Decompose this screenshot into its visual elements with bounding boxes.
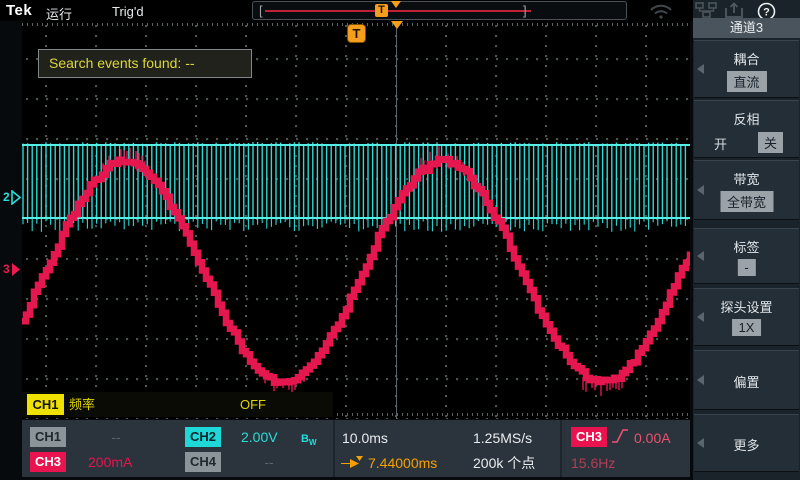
sidebar-item-more[interactable]: 更多 bbox=[694, 414, 799, 472]
ch3-scale: 200mA bbox=[88, 452, 132, 472]
top-status-bar: Tek 运行 Trig'd [ ] T bbox=[0, 0, 693, 21]
invert-label: 反相 bbox=[694, 109, 799, 128]
measurement-value: OFF bbox=[240, 392, 266, 417]
ch1-badge[interactable]: CH1 bbox=[30, 427, 66, 447]
trigger-source-badge[interactable]: CH3 bbox=[571, 427, 607, 447]
sidebar-item-invert[interactable]: 反相 开 关 bbox=[694, 100, 799, 158]
delay-time: 7.44000ms bbox=[368, 453, 437, 473]
waveform-display: T Search events found: -- CH1 频率 OFF bbox=[22, 21, 690, 419]
ch2-scale: 2.00V bbox=[241, 427, 278, 447]
sample-rate: 1.25MS/s bbox=[473, 428, 532, 448]
trigger-point-badge-icon[interactable]: T bbox=[348, 25, 365, 42]
sidebar-item-coupling[interactable]: 耦合 直流 bbox=[694, 40, 799, 98]
trigger-point-arrow-icon[interactable] bbox=[391, 21, 403, 29]
tek-logo: Tek bbox=[6, 2, 32, 19]
export-file-icon[interactable] bbox=[723, 2, 746, 19]
record-start-bracket: [ bbox=[259, 2, 263, 19]
sidebar-title: 通道3 bbox=[693, 18, 800, 38]
trigger-status: Trig'd bbox=[112, 4, 144, 19]
timebase-scale: 10.0ms bbox=[342, 428, 388, 448]
invert-on-option[interactable]: 开 bbox=[714, 134, 727, 153]
divider bbox=[333, 420, 335, 477]
ch4-scale: -- bbox=[241, 452, 297, 472]
ch2-marker-label: 2 bbox=[3, 190, 10, 204]
coupling-value: 直流 bbox=[726, 71, 766, 92]
ch1-scale: -- bbox=[88, 427, 144, 447]
delay-arrow-icon bbox=[340, 456, 364, 471]
svg-text:?: ? bbox=[763, 7, 770, 19]
network-icon bbox=[695, 2, 718, 18]
label-label: 标签 bbox=[694, 237, 799, 256]
bandwidth-label: 带宽 bbox=[694, 169, 799, 188]
ch4-badge[interactable]: CH4 bbox=[185, 452, 221, 472]
ch3-marker-triangle-icon bbox=[11, 262, 21, 277]
ch2-marker-triangle-icon bbox=[11, 190, 21, 205]
sidebar-item-offset[interactable]: 偏置 bbox=[694, 350, 799, 410]
trigger-position-marker-icon[interactable]: T bbox=[375, 4, 388, 17]
ch3-marker-label: 3 bbox=[3, 262, 10, 276]
bandwidth-limit-icon: BW bbox=[301, 429, 317, 453]
wifi-icon bbox=[649, 4, 673, 19]
soft-menu-sidebar: ? 通道3 耦合 直流 反相 开 关 带宽 全带宽 标签 - 探头设置 1X bbox=[693, 0, 800, 480]
trigger-position-arrow-icon bbox=[391, 1, 401, 8]
ch2-badge[interactable]: CH2 bbox=[185, 427, 221, 447]
search-events-banner: Search events found: -- bbox=[38, 49, 252, 78]
offset-label: 偏置 bbox=[694, 372, 799, 391]
record-length: 200k 个点 bbox=[473, 453, 535, 473]
label-value: - bbox=[737, 259, 755, 276]
ch3-position-marker[interactable]: 3 bbox=[3, 261, 21, 277]
trigger-level: 0.00A bbox=[634, 428, 671, 448]
probe-setup-label: 探头设置 bbox=[694, 297, 799, 316]
invert-off-option[interactable]: 关 bbox=[758, 132, 783, 153]
coupling-label: 耦合 bbox=[694, 49, 799, 68]
sidebar-item-probe-setup[interactable]: 探头设置 1X bbox=[694, 288, 799, 346]
acquisition-position-bar[interactable]: [ ] T bbox=[252, 1, 627, 20]
rising-slope-icon bbox=[611, 428, 629, 444]
more-label: 更多 bbox=[694, 435, 799, 454]
waveform-traces bbox=[22, 21, 690, 419]
measurement-channel-badge[interactable]: CH1 bbox=[27, 394, 64, 415]
record-view-line bbox=[265, 10, 531, 12]
bottom-status-bar: CH1 -- CH3 200mA CH2 2.00V BW CH4 -- 10.… bbox=[22, 420, 690, 477]
ch2-position-marker[interactable]: 2 bbox=[3, 189, 21, 205]
record-end-bracket: ] bbox=[523, 2, 527, 19]
trigger-frequency: 15.6Hz bbox=[571, 453, 615, 473]
probe-setup-value: 1X bbox=[732, 319, 762, 336]
ch3-badge[interactable]: CH3 bbox=[30, 452, 66, 472]
sidebar-item-bandwidth[interactable]: 带宽 全带宽 bbox=[694, 160, 799, 220]
divider bbox=[560, 420, 562, 477]
measurement-type-label: 频率 bbox=[69, 392, 95, 417]
oscilloscope-screen: Tek 运行 Trig'd [ ] T T Search events foun… bbox=[0, 0, 800, 480]
sidebar-item-label[interactable]: 标签 - bbox=[694, 228, 799, 284]
measurement-bar: CH1 频率 OFF bbox=[22, 392, 333, 417]
bandwidth-value: 全带宽 bbox=[720, 191, 773, 212]
